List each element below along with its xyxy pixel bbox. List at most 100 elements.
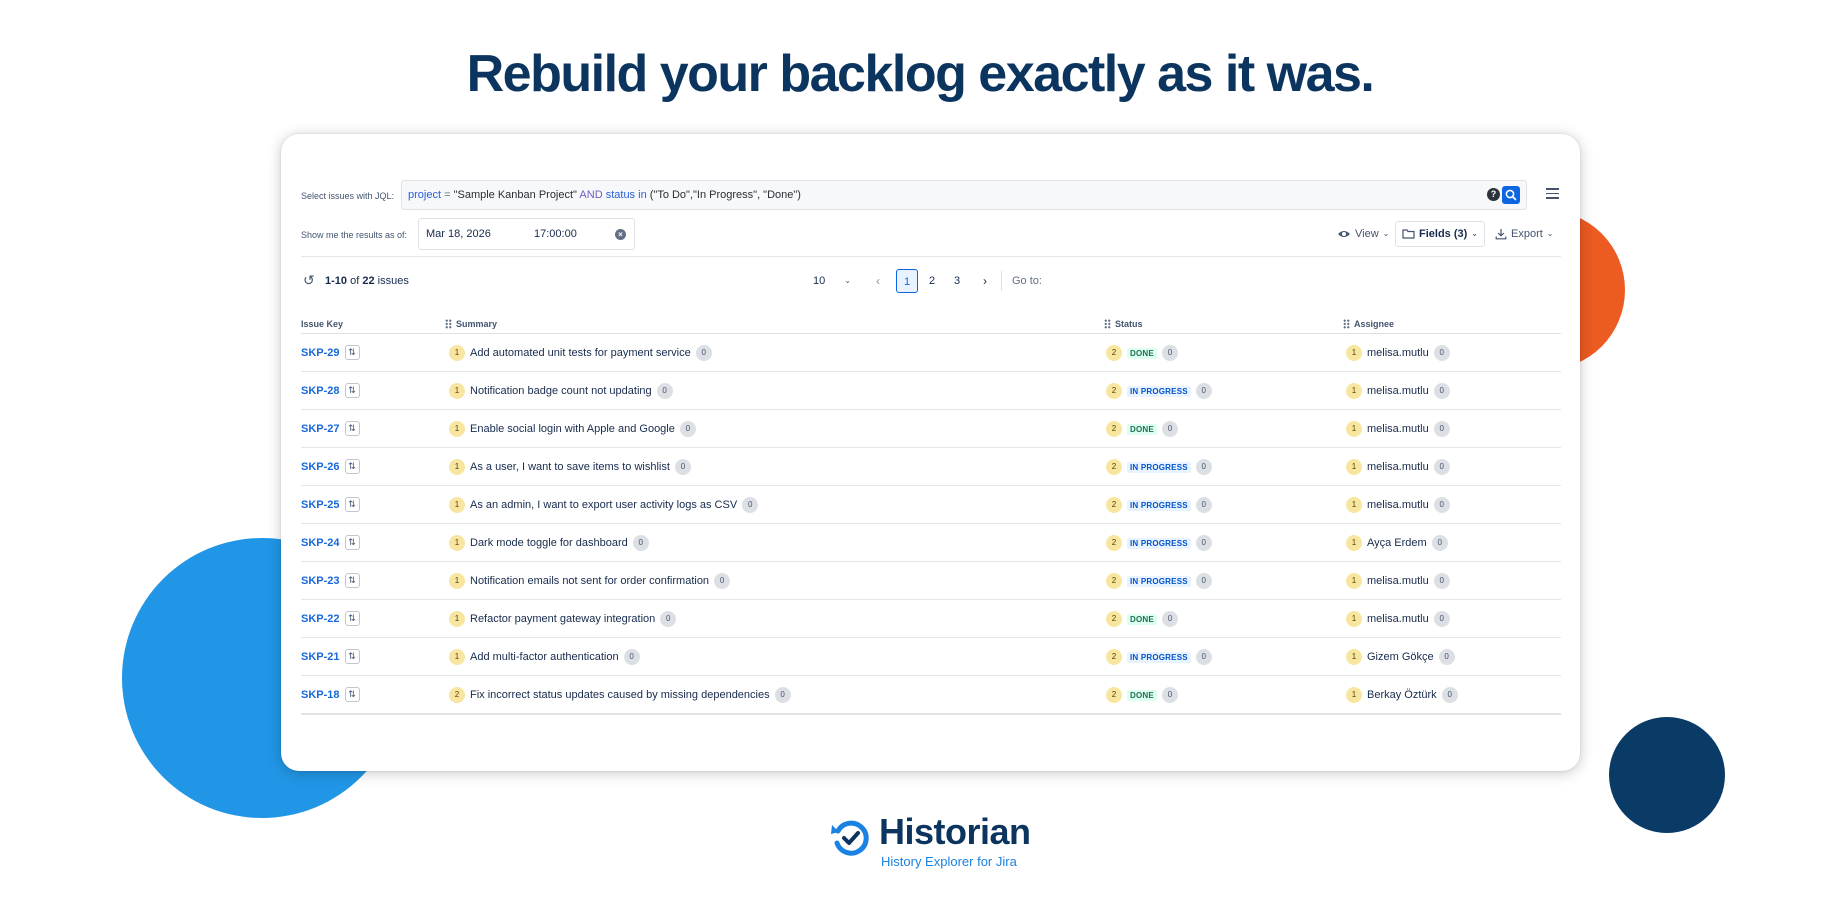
change-count-badge[interactable]: 2: [1106, 459, 1122, 475]
table-row[interactable]: SKP-21 ⇅ 1 Add multi-factor authentication 0…: [301, 638, 1561, 676]
divider: [301, 256, 1561, 257]
chevron-right-icon[interactable]: ›: [983, 274, 987, 288]
history-icon[interactable]: ⇅: [344, 649, 360, 664]
search-button[interactable]: [1502, 186, 1520, 204]
count-badge: 0: [1431, 535, 1448, 551]
goto-label[interactable]: Go to:: [1012, 275, 1042, 287]
change-count-badge[interactable]: 1: [1346, 345, 1362, 361]
change-count-badge[interactable]: 2: [1106, 611, 1122, 627]
history-icon[interactable]: ⇅: [344, 573, 360, 588]
issue-key-link[interactable]: SKP-21: [301, 651, 340, 663]
issue-key-link[interactable]: SKP-24: [301, 537, 340, 549]
history-icon[interactable]: ⇅: [344, 421, 360, 436]
issue-key-cell: SKP-26 ⇅: [301, 459, 360, 474]
issue-key-link[interactable]: SKP-22: [301, 613, 340, 625]
history-icon[interactable]: ⇅: [344, 535, 360, 550]
column-header-assignee[interactable]: Assignee: [1343, 319, 1394, 329]
change-count-badge[interactable]: 1: [449, 421, 465, 437]
table-row[interactable]: SKP-28 ⇅ 1 Notification badge count not upd…: [301, 372, 1561, 410]
page-button-1[interactable]: 1: [896, 269, 918, 293]
issue-key-link[interactable]: SKP-18: [301, 689, 340, 701]
history-icon[interactable]: ⇅: [344, 687, 360, 702]
change-count-badge[interactable]: 1: [449, 459, 465, 475]
history-icon[interactable]: ⇅: [344, 611, 360, 626]
change-count-badge[interactable]: 1: [449, 573, 465, 589]
issue-key-link[interactable]: SKP-26: [301, 461, 340, 473]
status-cell: 2 IN PROGRESS 0: [1106, 497, 1212, 513]
issue-key-cell: SKP-28 ⇅: [301, 383, 360, 398]
jql-token: project: [408, 189, 442, 201]
jql-row: Select issues with JQL: project = "Sampl…: [301, 180, 1561, 210]
change-count-badge[interactable]: 2: [1106, 345, 1122, 361]
drag-handle-icon[interactable]: [1343, 319, 1350, 329]
issue-key-link[interactable]: SKP-29: [301, 347, 340, 359]
change-count-badge[interactable]: 1: [1346, 687, 1362, 703]
change-count-badge[interactable]: 1: [449, 535, 465, 551]
time-value[interactable]: 17:00:00: [534, 228, 577, 240]
change-count-badge[interactable]: 2: [449, 687, 465, 703]
change-count-badge[interactable]: 2: [1106, 687, 1122, 703]
reset-icon[interactable]: ↺: [303, 273, 315, 287]
jql-input[interactable]: project = "Sample Kanban Project" AND st…: [401, 180, 1527, 210]
change-count-badge[interactable]: 1: [449, 497, 465, 513]
history-icon[interactable]: ⇅: [344, 459, 360, 474]
issue-key-link[interactable]: SKP-25: [301, 499, 340, 511]
clear-icon[interactable]: ×: [615, 229, 626, 240]
table-row[interactable]: SKP-29 ⇅ 1 Add automated unit tests for pay…: [301, 334, 1561, 372]
change-count-badge[interactable]: 2: [1106, 535, 1122, 551]
table-row[interactable]: SKP-26 ⇅ 1 As a user, I want to save items …: [301, 448, 1561, 486]
change-count-badge[interactable]: 2: [1106, 383, 1122, 399]
page-button-3[interactable]: 3: [946, 269, 968, 293]
hamburger-menu-icon[interactable]: [1546, 188, 1559, 201]
change-count-badge[interactable]: 1: [1346, 383, 1362, 399]
chevron-left-icon[interactable]: ‹: [876, 274, 880, 288]
table-row[interactable]: SKP-25 ⇅ 1 As an admin, I want to export us…: [301, 486, 1561, 524]
change-count-badge[interactable]: 1: [1346, 459, 1362, 475]
issue-key-link[interactable]: SKP-27: [301, 423, 340, 435]
export-button[interactable]: Export ⌄: [1489, 221, 1560, 247]
chevron-down-icon: ⌄: [844, 276, 851, 285]
column-header-summary[interactable]: Summary: [445, 319, 497, 329]
table-row[interactable]: SKP-27 ⇅ 1 Enable social login with Apple a…: [301, 410, 1561, 448]
change-count-badge[interactable]: 2: [1106, 497, 1122, 513]
assignee-text: melisa.mutlu: [1367, 461, 1429, 473]
change-count-badge[interactable]: 1: [449, 649, 465, 665]
table-row[interactable]: SKP-18 ⇅ 2 Fix incorrect status updates cau…: [301, 676, 1561, 714]
change-count-badge[interactable]: 1: [1346, 421, 1362, 437]
change-count-badge[interactable]: 1: [1346, 611, 1362, 627]
history-icon[interactable]: ⇅: [344, 383, 360, 398]
issue-key-link[interactable]: SKP-28: [301, 385, 340, 397]
change-count-badge[interactable]: 2: [1106, 573, 1122, 589]
change-count-badge[interactable]: 1: [449, 383, 465, 399]
column-header-key[interactable]: Issue Key: [301, 319, 343, 329]
summary-text: Fix incorrect status updates caused by m…: [470, 689, 770, 701]
assignee-text: melisa.mutlu: [1367, 499, 1429, 511]
page-size-select[interactable]: 10 ⌄: [809, 271, 855, 291]
date-value[interactable]: Mar 18, 2026: [426, 228, 491, 240]
change-count-badge[interactable]: 2: [1106, 421, 1122, 437]
drag-handle-icon[interactable]: [445, 319, 452, 329]
change-count-badge[interactable]: 2: [1106, 649, 1122, 665]
table-row[interactable]: SKP-24 ⇅ 1 Dark mode toggle for dashboard 0 2…: [301, 524, 1561, 562]
change-count-badge[interactable]: 1: [1346, 573, 1362, 589]
change-count-badge[interactable]: 1: [449, 345, 465, 361]
history-icon[interactable]: ⇅: [344, 345, 360, 360]
help-icon[interactable]: ?: [1487, 188, 1500, 201]
issue-key-link[interactable]: SKP-23: [301, 575, 340, 587]
column-header-status[interactable]: Status: [1104, 319, 1143, 329]
issue-key-cell: SKP-24 ⇅: [301, 535, 360, 550]
table-row[interactable]: SKP-23 ⇅ 1 Notification emails not sent for…: [301, 562, 1561, 600]
assignee-cell: 1 melisa.mutlu 0: [1346, 611, 1450, 627]
history-icon[interactable]: ⇅: [344, 497, 360, 512]
change-count-badge[interactable]: 1: [449, 611, 465, 627]
change-count-badge[interactable]: 1: [1346, 497, 1362, 513]
change-count-badge[interactable]: 1: [1346, 535, 1362, 551]
of-text: of: [347, 275, 363, 287]
change-count-badge[interactable]: 1: [1346, 649, 1362, 665]
fields-button[interactable]: Fields (3) ⌄: [1395, 221, 1485, 247]
page-button-2[interactable]: 2: [921, 269, 943, 293]
view-button[interactable]: View ⌄: [1331, 221, 1395, 247]
drag-handle-icon[interactable]: [1104, 319, 1111, 329]
date-time-picker[interactable]: Mar 18, 2026 17:00:00 ×: [418, 218, 635, 250]
table-row[interactable]: SKP-22 ⇅ 1 Refactor payment gateway integra…: [301, 600, 1561, 638]
